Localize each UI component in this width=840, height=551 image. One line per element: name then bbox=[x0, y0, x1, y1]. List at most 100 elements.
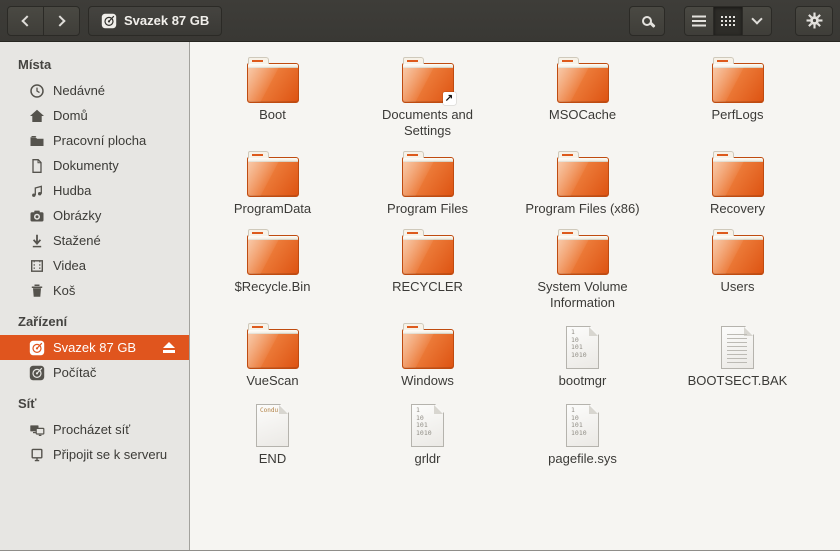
sidebar-item-videa[interactable]: Videa bbox=[0, 253, 189, 278]
sidebar-item-hudba[interactable]: Hudba bbox=[0, 178, 189, 203]
sidebar: Místa Nedávné Domů Pracovní plocha Dokumenty… bbox=[0, 42, 190, 550]
home-icon bbox=[28, 107, 45, 124]
file-name: pagefile.sys bbox=[548, 451, 617, 467]
sidebar-item-kos[interactable]: Koš bbox=[0, 278, 189, 303]
sidebar-item-label: Dokumenty bbox=[53, 158, 119, 173]
sidebar-item-label: Počítač bbox=[53, 365, 96, 380]
file-name: $Recycle.Bin bbox=[235, 279, 311, 295]
file-item-programdata[interactable]: ProgramData bbox=[195, 148, 350, 217]
folder-icon bbox=[402, 329, 454, 369]
grid-view-button[interactable] bbox=[713, 6, 743, 36]
server-icon bbox=[28, 446, 45, 463]
sidebar-section-zarizeni: Zařízení bbox=[0, 303, 189, 335]
file-item-recycle-bin[interactable]: $Recycle.Bin bbox=[195, 226, 350, 295]
sidebar-item-svazek-87-gb[interactable]: Svazek 87 GB bbox=[0, 335, 189, 360]
folder-icon bbox=[712, 235, 764, 275]
file-name: Recovery bbox=[710, 201, 765, 217]
file-item-perflogs[interactable]: PerfLogs bbox=[660, 54, 815, 123]
folder-icon bbox=[247, 63, 299, 103]
text-file-icon bbox=[721, 326, 754, 369]
file-name: Boot bbox=[259, 107, 286, 123]
sidebar-item-label: Připojit se k serveru bbox=[53, 447, 167, 462]
location-button[interactable]: Svazek 87 GB bbox=[88, 6, 222, 36]
file-name: RECYCLER bbox=[392, 279, 463, 295]
file-item-pagefile-sys[interactable]: 1101011010 pagefile.sys bbox=[505, 398, 660, 467]
file-item-system-volume-information[interactable]: System Volume Information bbox=[505, 226, 660, 311]
location-label: Svazek 87 GB bbox=[124, 13, 209, 28]
sidebar-item-pocitac[interactable]: Počítač bbox=[0, 360, 189, 385]
file-item-program-files[interactable]: Program Files bbox=[350, 148, 505, 217]
drive-icon bbox=[28, 364, 45, 381]
file-preview-text: Condu bbox=[260, 407, 278, 415]
sidebar-section-sit: Síť bbox=[0, 385, 189, 417]
file-item-windows[interactable]: Windows bbox=[350, 320, 505, 389]
camera-icon bbox=[28, 207, 45, 224]
text-preview-file-icon: Condu bbox=[256, 404, 289, 447]
file-item-bootmgr[interactable]: 1101011010 bootmgr bbox=[505, 320, 660, 389]
list-view-button[interactable] bbox=[684, 6, 714, 36]
file-item-grldr[interactable]: 1101011010 grldr bbox=[350, 398, 505, 467]
sidebar-item-dokumenty[interactable]: Dokumenty bbox=[0, 153, 189, 178]
file-name: Windows bbox=[401, 373, 454, 389]
binary-file-icon: 1101011010 bbox=[411, 404, 444, 447]
folder-icon bbox=[247, 235, 299, 275]
chevron-down-icon bbox=[751, 13, 762, 24]
window-body: Místa Nedávné Domů Pracovní plocha Dokumenty… bbox=[0, 42, 840, 550]
music-icon bbox=[28, 182, 45, 199]
file-name: PerfLogs bbox=[711, 107, 763, 123]
folder-icon bbox=[247, 157, 299, 197]
file-grid-row: ProgramDataProgram FilesProgram Files (x… bbox=[195, 148, 840, 217]
document-icon bbox=[28, 157, 45, 174]
sidebar-item-label: Domů bbox=[53, 108, 88, 123]
film-icon bbox=[28, 257, 45, 274]
file-item-end[interactable]: Condu END bbox=[195, 398, 350, 467]
folder-icon bbox=[247, 329, 299, 369]
binary-file-icon: 1101011010 bbox=[566, 326, 599, 369]
file-item-bootsect-bak[interactable]: BOOTSECT.BAK bbox=[660, 320, 815, 389]
sidebar-item-label: Procházet síť bbox=[53, 422, 130, 437]
file-item-users[interactable]: Users bbox=[660, 226, 815, 295]
trash-icon bbox=[28, 282, 45, 299]
settings-button[interactable] bbox=[795, 6, 833, 36]
folder-icon bbox=[402, 157, 454, 197]
sidebar-section-mista: Místa bbox=[0, 46, 189, 78]
file-item-recycler[interactable]: RECYCLER bbox=[350, 226, 505, 295]
sidebar-item-nedavne[interactable]: Nedávné bbox=[0, 78, 189, 103]
sidebar-item-label: Nedávné bbox=[53, 83, 105, 98]
folder-icon bbox=[712, 157, 764, 197]
file-item-recovery[interactable]: Recovery bbox=[660, 148, 815, 217]
file-item-vuescan[interactable]: VueScan bbox=[195, 320, 350, 389]
forward-icon bbox=[54, 15, 65, 26]
clock-icon bbox=[28, 82, 45, 99]
binary-preview-text: 1101011010 bbox=[571, 407, 587, 437]
file-grid-row: $Recycle.Bin RECYCLER System Volume Inform… bbox=[195, 226, 840, 311]
file-item-documents-and-settings[interactable]: ↗Documents and Settings bbox=[350, 54, 505, 139]
search-button[interactable] bbox=[629, 6, 665, 36]
sidebar-item-pripojit-se-k-serveru[interactable]: Připojit se k serveru bbox=[0, 442, 189, 467]
file-item-msocache[interactable]: MSOCache bbox=[505, 54, 660, 123]
file-name: END bbox=[259, 451, 286, 467]
sidebar-item-label: Koš bbox=[53, 283, 75, 298]
sidebar-item-domu[interactable]: Domů bbox=[0, 103, 189, 128]
file-name: BOOTSECT.BAK bbox=[688, 373, 788, 389]
desktop-icon bbox=[28, 132, 45, 149]
sidebar-item-prochazet-sit[interactable]: Procházet síť bbox=[0, 417, 189, 442]
toolbar: Svazek 87 GB bbox=[0, 0, 840, 42]
view-options-button[interactable] bbox=[742, 6, 772, 36]
sidebar-item-label: Svazek 87 GB bbox=[53, 340, 136, 355]
forward-button[interactable] bbox=[43, 6, 80, 36]
sidebar-item-obrazky[interactable]: Obrázky bbox=[0, 203, 189, 228]
eject-icon[interactable] bbox=[163, 342, 175, 353]
gear-icon bbox=[806, 12, 823, 29]
file-name: bootmgr bbox=[559, 373, 607, 389]
folder-icon bbox=[712, 63, 764, 103]
back-button[interactable] bbox=[7, 6, 44, 36]
sidebar-item-label: Videa bbox=[53, 258, 86, 273]
sidebar-item-pracovni-plocha[interactable]: Pracovní plocha bbox=[0, 128, 189, 153]
folder-icon bbox=[402, 235, 454, 275]
file-item-boot[interactable]: Boot bbox=[195, 54, 350, 123]
file-item-program-files-x86[interactable]: Program Files (x86) bbox=[505, 148, 660, 217]
file-name: grldr bbox=[414, 451, 440, 467]
sidebar-item-stazene[interactable]: Stažené bbox=[0, 228, 189, 253]
file-name: System Volume Information bbox=[524, 279, 642, 311]
